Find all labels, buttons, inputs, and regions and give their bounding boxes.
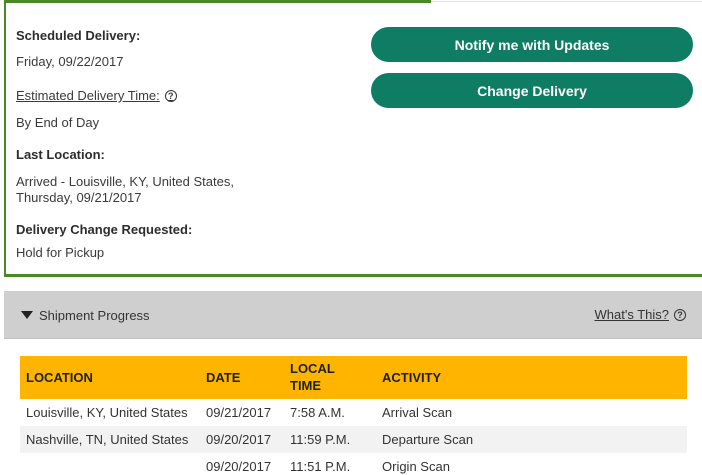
table-row: 09/20/2017 11:51 P.M. Origin Scan xyxy=(20,453,687,475)
progress-table-header: LOCATION DATE LOCAL TIME ACTIVITY xyxy=(20,356,687,399)
help-icon[interactable]: ? xyxy=(674,308,686,321)
row-date: 09/20/2017 xyxy=(206,432,272,447)
last-location-label: Last Location: xyxy=(16,147,105,162)
shipment-progress-toggle[interactable]: Shipment Progress What's This? ? xyxy=(4,291,702,339)
row-time: 11:51 P.M. xyxy=(290,459,351,474)
help-icon[interactable]: ? xyxy=(164,89,177,102)
column-local-time-2: TIME xyxy=(290,378,322,393)
estimated-delivery-time-label[interactable]: Estimated Delivery Time: xyxy=(16,88,160,103)
last-location-line2: Thursday, 09/21/2017 xyxy=(16,190,142,205)
whats-this-label[interactable]: What's This? xyxy=(595,307,670,322)
whats-this-link[interactable]: What's This? ? xyxy=(595,307,686,322)
column-local-time-1: LOCAL xyxy=(290,361,335,376)
scheduled-delivery-label: Scheduled Delivery: xyxy=(16,28,141,43)
table-row: Louisville, KY, United States 09/21/2017… xyxy=(20,399,687,426)
column-location: LOCATION xyxy=(26,370,93,385)
table-row: Nashville, TN, United States 09/20/2017 … xyxy=(20,426,687,453)
change-delivery-button[interactable]: Change Delivery xyxy=(371,73,693,108)
last-location-line1: Arrived - Louisville, KY, United States, xyxy=(16,174,234,189)
caret-down-icon[interactable] xyxy=(21,311,33,319)
delivery-details-panel: Scheduled Delivery: Friday, 09/22/2017 E… xyxy=(4,3,702,277)
column-activity: ACTIVITY xyxy=(382,370,442,385)
row-time: 11:59 P.M. xyxy=(290,432,351,447)
delivery-change-value: Hold for Pickup xyxy=(16,245,105,260)
row-date: 09/20/2017 xyxy=(206,459,272,474)
row-location: Louisville, KY, United States xyxy=(26,405,188,420)
row-activity: Arrival Scan xyxy=(382,405,453,420)
row-activity: Origin Scan xyxy=(382,459,450,474)
row-time: 7:58 A.M. xyxy=(290,405,345,420)
scheduled-delivery-value: Friday, 09/22/2017 xyxy=(16,54,124,69)
estimated-delivery-time-value: By End of Day xyxy=(16,115,100,130)
estimated-delivery-time-link[interactable]: Estimated Delivery Time: ? xyxy=(16,88,177,103)
row-activity: Departure Scan xyxy=(382,432,474,447)
shipment-progress-title[interactable]: Shipment Progress xyxy=(39,308,150,323)
row-location: Nashville, TN, United States xyxy=(26,432,189,447)
tab-divider xyxy=(431,1,702,2)
notify-updates-button[interactable]: Notify me with Updates xyxy=(371,27,693,62)
row-date: 09/21/2017 xyxy=(206,405,272,420)
delivery-change-label: Delivery Change Requested: xyxy=(16,222,193,237)
column-date: DATE xyxy=(206,370,241,385)
